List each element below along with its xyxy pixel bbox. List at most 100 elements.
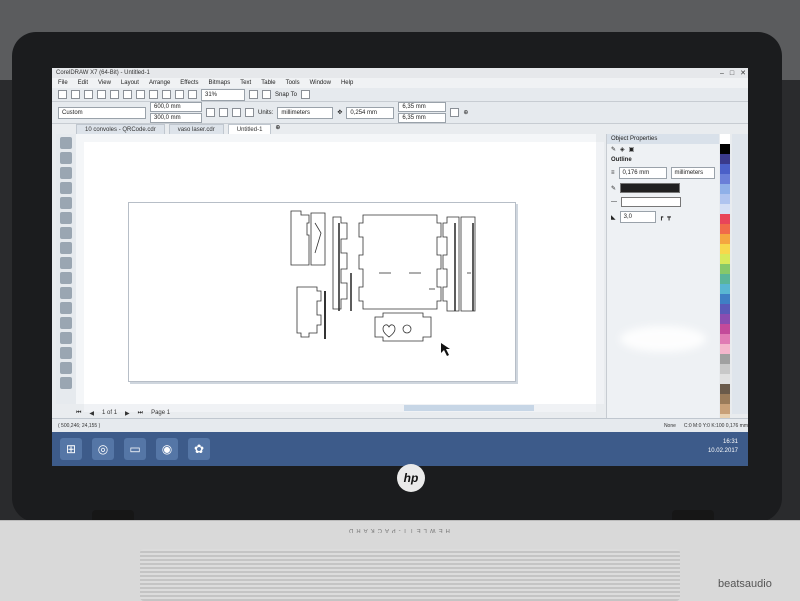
first-page-icon[interactable]: ⏮ — [76, 410, 81, 417]
menu-bitmaps[interactable]: Bitmaps — [209, 80, 231, 86]
menu-window[interactable]: Window — [310, 80, 331, 86]
palette-swatch[interactable] — [720, 304, 730, 314]
full-screen-icon[interactable] — [249, 90, 258, 99]
menu-table[interactable]: Table — [261, 80, 275, 86]
save-icon[interactable] — [84, 90, 93, 99]
crop-tool-icon[interactable] — [60, 167, 72, 179]
palette-swatch[interactable] — [720, 134, 730, 144]
fill-tab-icon[interactable]: ◈ — [620, 146, 625, 153]
menu-tools[interactable]: Tools — [286, 80, 300, 86]
palette-swatch[interactable] — [720, 154, 730, 164]
connector-tool-icon[interactable] — [60, 302, 72, 314]
next-page-icon[interactable]: ▶ — [125, 410, 130, 417]
portrait-icon[interactable] — [206, 108, 215, 117]
transparency-icon[interactable] — [60, 332, 72, 344]
palette-swatch[interactable] — [720, 234, 730, 244]
menu-edit[interactable]: Edit — [78, 80, 88, 86]
pick-tool-icon[interactable] — [60, 137, 72, 149]
edit-units-icon[interactable] — [450, 108, 460, 117]
coreldraw-icon[interactable]: ✿ — [188, 438, 210, 460]
palette-swatch[interactable] — [720, 364, 730, 374]
palette-swatch[interactable] — [720, 354, 730, 364]
drop-shadow-icon[interactable] — [60, 317, 72, 329]
rectangle-tool-icon[interactable] — [60, 227, 72, 239]
menu-effects[interactable]: Effects — [180, 80, 198, 86]
page-width-field[interactable]: 600,0 mm — [150, 102, 202, 112]
palette-swatch[interactable] — [720, 314, 730, 324]
parallel-dimension-icon[interactable] — [60, 287, 72, 299]
palette-swatch[interactable] — [720, 294, 730, 304]
palette-swatch[interactable] — [720, 334, 730, 344]
current-page-icon[interactable] — [245, 108, 254, 117]
shape-tool-icon[interactable] — [60, 152, 72, 164]
outline-units-select[interactable]: millimeters — [670, 167, 715, 179]
page-tab[interactable]: Page 1 — [151, 410, 170, 416]
menu-file[interactable]: File — [58, 80, 68, 86]
line-style-select[interactable] — [621, 197, 681, 207]
palette-swatch[interactable] — [720, 184, 730, 194]
polygon-tool-icon[interactable] — [60, 257, 72, 269]
horizontal-scroll-thumb[interactable] — [404, 405, 534, 411]
menu-arrange[interactable]: Arrange — [149, 80, 170, 86]
palette-swatch[interactable] — [720, 344, 730, 354]
palette-swatch[interactable] — [720, 264, 730, 274]
ellipse-tool-icon[interactable] — [60, 242, 72, 254]
page-height-field[interactable]: 300,0 mm — [150, 113, 202, 123]
rulers-icon[interactable] — [262, 90, 271, 99]
smart-fill-icon[interactable] — [60, 377, 72, 389]
palette-swatch[interactable] — [720, 164, 730, 174]
menu-view[interactable]: View — [98, 80, 111, 86]
paste-icon[interactable] — [136, 90, 145, 99]
palette-swatch[interactable] — [720, 254, 730, 264]
chrome-icon[interactable]: ◎ — [92, 438, 114, 460]
open-icon[interactable] — [71, 90, 80, 99]
all-pages-icon[interactable] — [232, 108, 241, 117]
palette-swatch[interactable] — [720, 194, 730, 204]
snap-to-button[interactable]: Snap To — [275, 92, 297, 98]
document-page[interactable] — [128, 202, 516, 382]
add-tab-icon[interactable]: ⊕ — [275, 124, 280, 134]
drawing-canvas[interactable] — [84, 142, 596, 404]
zoom-level-select[interactable]: 31% — [201, 88, 245, 101]
interactive-fill-icon[interactable] — [60, 362, 72, 374]
prev-page-icon[interactable]: ◀ — [89, 410, 94, 417]
import-icon[interactable] — [175, 90, 184, 99]
crosshair-icon[interactable]: ⊕ — [463, 109, 468, 116]
export-icon[interactable] — [188, 90, 197, 99]
artistic-media-icon[interactable] — [60, 212, 72, 224]
corner-style-icon[interactable]: ┏ — [660, 214, 664, 221]
palette-swatch[interactable] — [720, 174, 730, 184]
tab-qrcode[interactable]: 10 convoles - QRCode.cdr — [76, 124, 165, 134]
new-icon[interactable] — [58, 90, 67, 99]
outline-tab-icon[interactable]: ✎ — [611, 146, 616, 153]
tab-vaso-laser[interactable]: vaso laser.cdr — [168, 124, 224, 134]
palette-swatch[interactable] — [720, 224, 730, 234]
nudge-distance-field[interactable]: 0,254 mm — [346, 106, 395, 119]
duplicate-x-field[interactable]: 6,35 mm — [398, 102, 447, 112]
zoom-tool-icon[interactable] — [60, 182, 72, 194]
vertical-scrollbar[interactable] — [596, 142, 604, 404]
landscape-icon[interactable] — [219, 108, 228, 117]
page-preset-select[interactable]: Custom — [58, 106, 146, 119]
start-icon[interactable]: ⊞ — [60, 438, 82, 460]
palette-swatch[interactable] — [720, 244, 730, 254]
firefox-icon[interactable]: ◉ — [156, 438, 178, 460]
menu-help[interactable]: Help — [341, 80, 353, 86]
print-icon[interactable] — [97, 90, 106, 99]
file-explorer-icon[interactable]: ▭ — [124, 438, 146, 460]
redo-icon[interactable] — [162, 90, 171, 99]
palette-swatch[interactable] — [720, 274, 730, 284]
menu-text[interactable]: Text — [240, 80, 251, 86]
palette-swatch[interactable] — [720, 204, 730, 214]
palette-swatch[interactable] — [720, 324, 730, 334]
palette-swatch[interactable] — [720, 284, 730, 294]
palette-swatch[interactable] — [720, 394, 730, 404]
outline-color-swatch[interactable] — [620, 183, 681, 193]
units-select[interactable]: millimeters — [277, 106, 334, 119]
last-page-icon[interactable]: ⏭ — [138, 410, 143, 417]
options-icon[interactable] — [300, 90, 310, 99]
palette-swatch[interactable] — [720, 384, 730, 394]
freehand-tool-icon[interactable] — [60, 197, 72, 209]
menu-layout[interactable]: Layout — [121, 80, 139, 86]
transparency-tab-icon[interactable]: ▣ — [629, 146, 635, 153]
